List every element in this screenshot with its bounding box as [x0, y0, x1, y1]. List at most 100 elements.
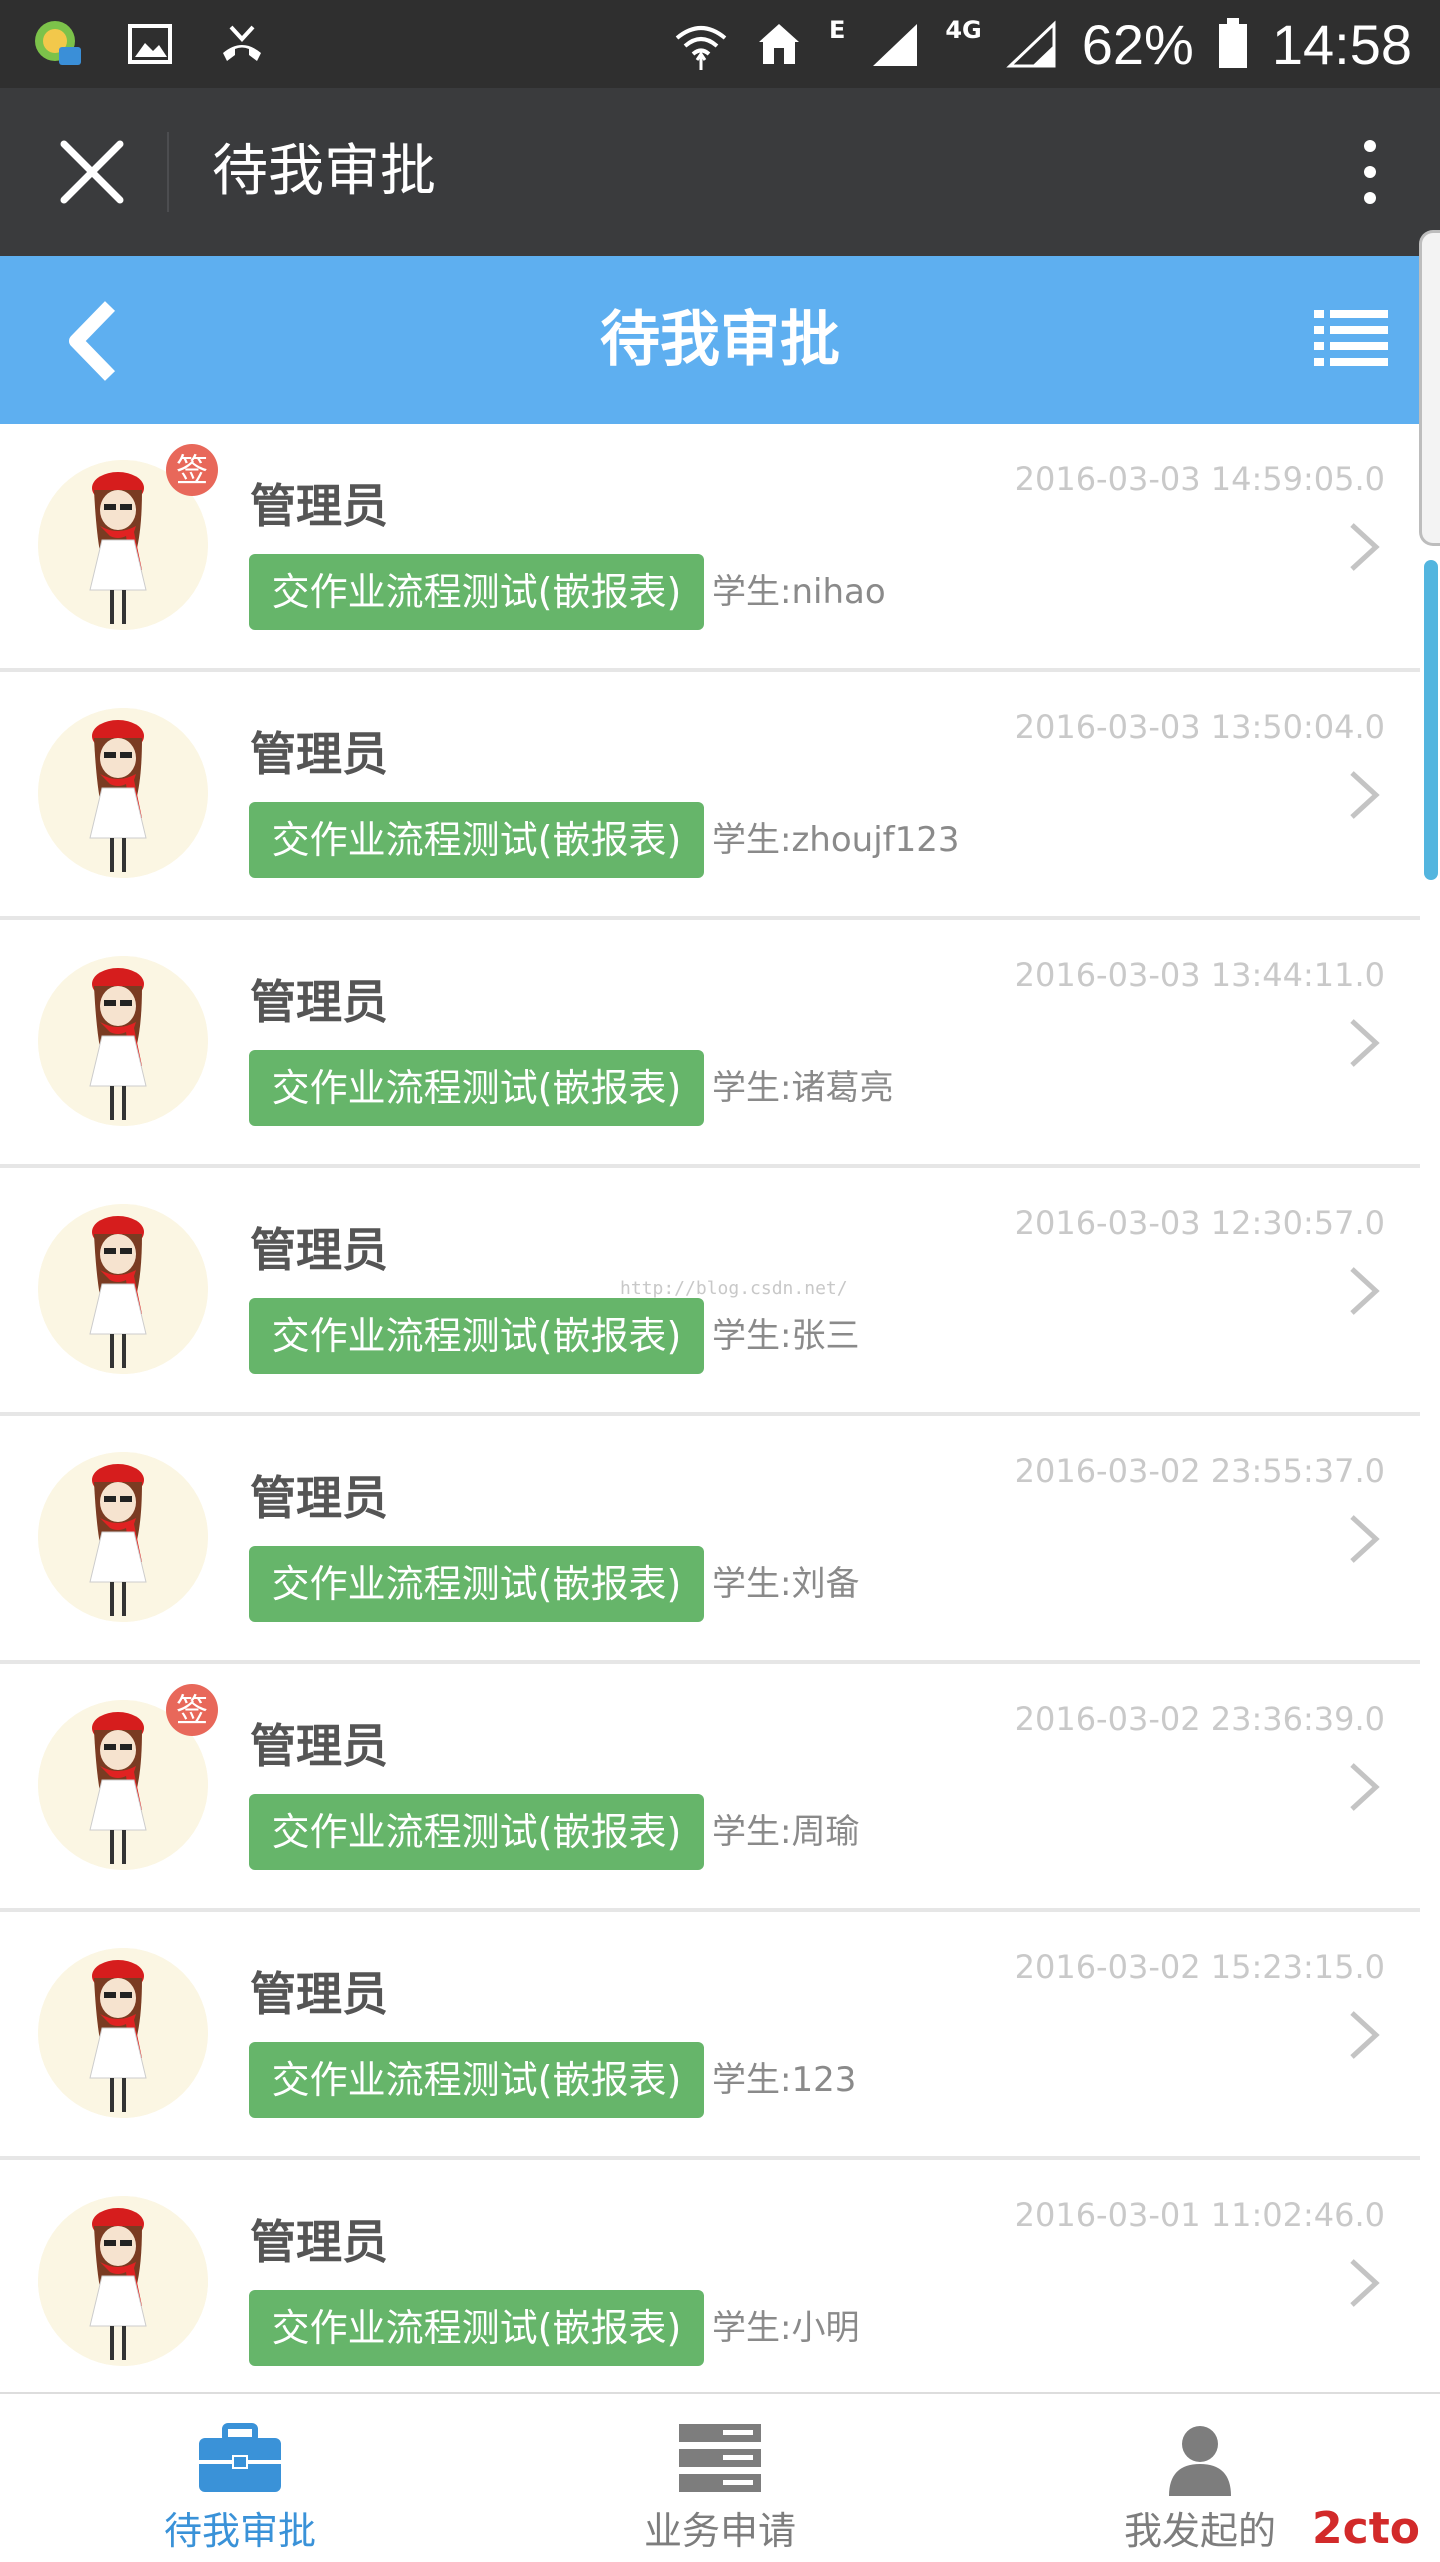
network-e-label: E: [828, 16, 846, 44]
process-tag: 交作业流程测试(嵌报表): [249, 1794, 704, 1870]
approval-list: 签 管理员 交作业流程测试(嵌报表) 学生:nihao 2016-03-03 1…: [0, 424, 1420, 2408]
timestamp: 2016-03-02 23:36:39.0: [1014, 1700, 1385, 1738]
chevron-right-icon: [1350, 2259, 1380, 2307]
avatar: [38, 1452, 208, 1622]
tab-my-initiated[interactable]: 我发起的: [1050, 2394, 1350, 2562]
applicant-name: 管理员: [250, 1223, 388, 1277]
process-tag: 交作业流程测试(嵌报表): [249, 1050, 704, 1126]
battery-percent: 62%: [1081, 12, 1194, 76]
timestamp: 2016-03-03 14:59:05.0: [1014, 460, 1385, 498]
signal-icon: [867, 16, 923, 72]
avatar: [38, 708, 208, 878]
back-button[interactable]: [56, 296, 136, 386]
list-item[interactable]: 签 管理员 交作业流程测试(嵌报表) 学生:nihao 2016-03-03 1…: [0, 424, 1420, 672]
list-icon: [1314, 310, 1388, 366]
timestamp: 2016-03-03 13:50:04.0: [1014, 708, 1385, 746]
scroll-handle-top[interactable]: [1419, 230, 1440, 546]
server-stack-icon: [679, 2424, 761, 2492]
missed-call-icon: [214, 16, 270, 72]
student-label: 学生:123: [712, 2060, 857, 2100]
nav-bar: 待我审批: [0, 256, 1440, 424]
process-tag: 交作业流程测试(嵌报表): [249, 1546, 704, 1622]
timestamp: 2016-03-03 13:44:11.0: [1014, 956, 1385, 994]
tab-bar: 待我审批 业务申请 我发起的 2cto: [0, 2392, 1440, 2562]
close-button[interactable]: [48, 128, 136, 216]
clock: 14:58: [1271, 12, 1412, 76]
tab-label: 业务申请: [643, 2509, 796, 2553]
list-item[interactable]: 签 管理员 交作业流程测试(嵌报表) 学生:周瑜 2016-03-02 23:3…: [0, 1664, 1420, 1912]
process-tag: 交作业流程测试(嵌报表): [249, 2290, 704, 2366]
tab-label: 我发起的: [1123, 2509, 1276, 2553]
student-label: 学生:nihao: [712, 572, 886, 612]
applicant-name: 管理员: [250, 1967, 388, 2021]
process-tag: 交作业流程测试(嵌报表): [249, 1298, 704, 1374]
list-item[interactable]: 管理员 交作业流程测试(嵌报表) 学生:刘备 2016-03-02 23:55:…: [0, 1416, 1420, 1664]
tab-pending-approval[interactable]: 待我审批: [90, 2394, 390, 2562]
process-tag: 交作业流程测试(嵌报表): [249, 802, 704, 878]
chevron-right-icon: [1350, 2011, 1380, 2059]
more-vertical-icon: [1364, 140, 1376, 204]
process-tag: 交作业流程测试(嵌报表): [249, 2042, 704, 2118]
list-item[interactable]: 管理员 交作业流程测试(嵌报表) 学生:诸葛亮 2016-03-03 13:44…: [0, 920, 1420, 1168]
user-icon: [1169, 2426, 1231, 2496]
tab-label: 待我审批: [163, 2509, 316, 2553]
tab-business-application[interactable]: 业务申请: [570, 2394, 870, 2562]
student-label: 学生:诸葛亮: [712, 1068, 894, 1108]
page-title: 待我审批: [600, 305, 840, 375]
applicant-name: 管理员: [250, 2215, 388, 2269]
chevron-right-icon: [1350, 1019, 1380, 1067]
app-notification-icon: [30, 16, 86, 72]
student-label: 学生:张三: [712, 1316, 860, 1356]
signal-icon-2: [1004, 16, 1060, 72]
girl-avatar-icon: [38, 1452, 208, 1622]
student-label: 学生:刘备: [712, 1564, 860, 1604]
applicant-name: 管理员: [250, 1719, 388, 1773]
site-logo: 2cto: [1312, 2503, 1420, 2554]
status-indicators: E 4G 62% 14:58: [673, 10, 1412, 78]
girl-avatar-icon: [38, 708, 208, 878]
chevron-right-icon: [1350, 771, 1380, 819]
scroll-thumb[interactable]: [1424, 560, 1438, 880]
status-bar: E 4G 62% 14:58: [0, 0, 1440, 88]
avatar: [38, 956, 208, 1126]
girl-avatar-icon: [38, 956, 208, 1126]
window-title: 待我审批: [212, 139, 436, 204]
girl-avatar-icon: [38, 2196, 208, 2366]
list-item[interactable]: 管理员 交作业流程测试(嵌报表) 学生:123 2016-03-02 15:23…: [0, 1912, 1420, 2160]
sign-badge: 签: [166, 444, 218, 496]
chevron-right-icon: [1350, 1267, 1380, 1315]
applicant-name: 管理员: [250, 479, 388, 533]
more-button[interactable]: [1340, 128, 1400, 216]
title-bar: 待我审批: [0, 88, 1440, 256]
process-tag: 交作业流程测试(嵌报表): [249, 554, 704, 630]
girl-avatar-icon: [38, 1948, 208, 2118]
student-label: 学生:小明: [712, 2308, 860, 2348]
applicant-name: 管理员: [250, 1471, 388, 1525]
home-icon: [751, 16, 807, 72]
battery-icon: [1216, 16, 1250, 72]
status-notifications: [30, 14, 270, 74]
sign-badge: 签: [166, 1684, 218, 1736]
briefcase-icon: [199, 2423, 281, 2492]
chevron-right-icon: [1350, 1515, 1380, 1563]
student-label: 学生:zhoujf123: [712, 820, 960, 860]
chevron-right-icon: [1350, 523, 1380, 571]
student-label: 学生:周瑜: [712, 1812, 860, 1852]
girl-avatar-icon: [38, 1204, 208, 1374]
timestamp: 2016-03-02 15:23:15.0: [1014, 1948, 1385, 1986]
list-item[interactable]: 管理员 交作业流程测试(嵌报表) 学生:小明 2016-03-01 11:02:…: [0, 2160, 1420, 2408]
avatar: [38, 2196, 208, 2366]
chevron-left-icon: [69, 301, 116, 381]
list-item[interactable]: 管理员 交作业流程测试(嵌报表) 学生:zhoujf123 2016-03-03…: [0, 672, 1420, 920]
list-menu-button[interactable]: [1300, 296, 1400, 386]
avatar: [38, 1204, 208, 1374]
timestamp: 2016-03-01 11:02:46.0: [1014, 2196, 1385, 2234]
chevron-right-icon: [1350, 1763, 1380, 1811]
applicant-name: 管理员: [250, 975, 388, 1029]
image-icon: [122, 16, 178, 72]
wifi-icon: [673, 16, 729, 72]
timestamp: 2016-03-02 23:55:37.0: [1014, 1452, 1385, 1490]
avatar: [38, 1948, 208, 2118]
timestamp: 2016-03-03 12:30:57.0: [1014, 1204, 1385, 1242]
close-icon: [60, 140, 124, 204]
